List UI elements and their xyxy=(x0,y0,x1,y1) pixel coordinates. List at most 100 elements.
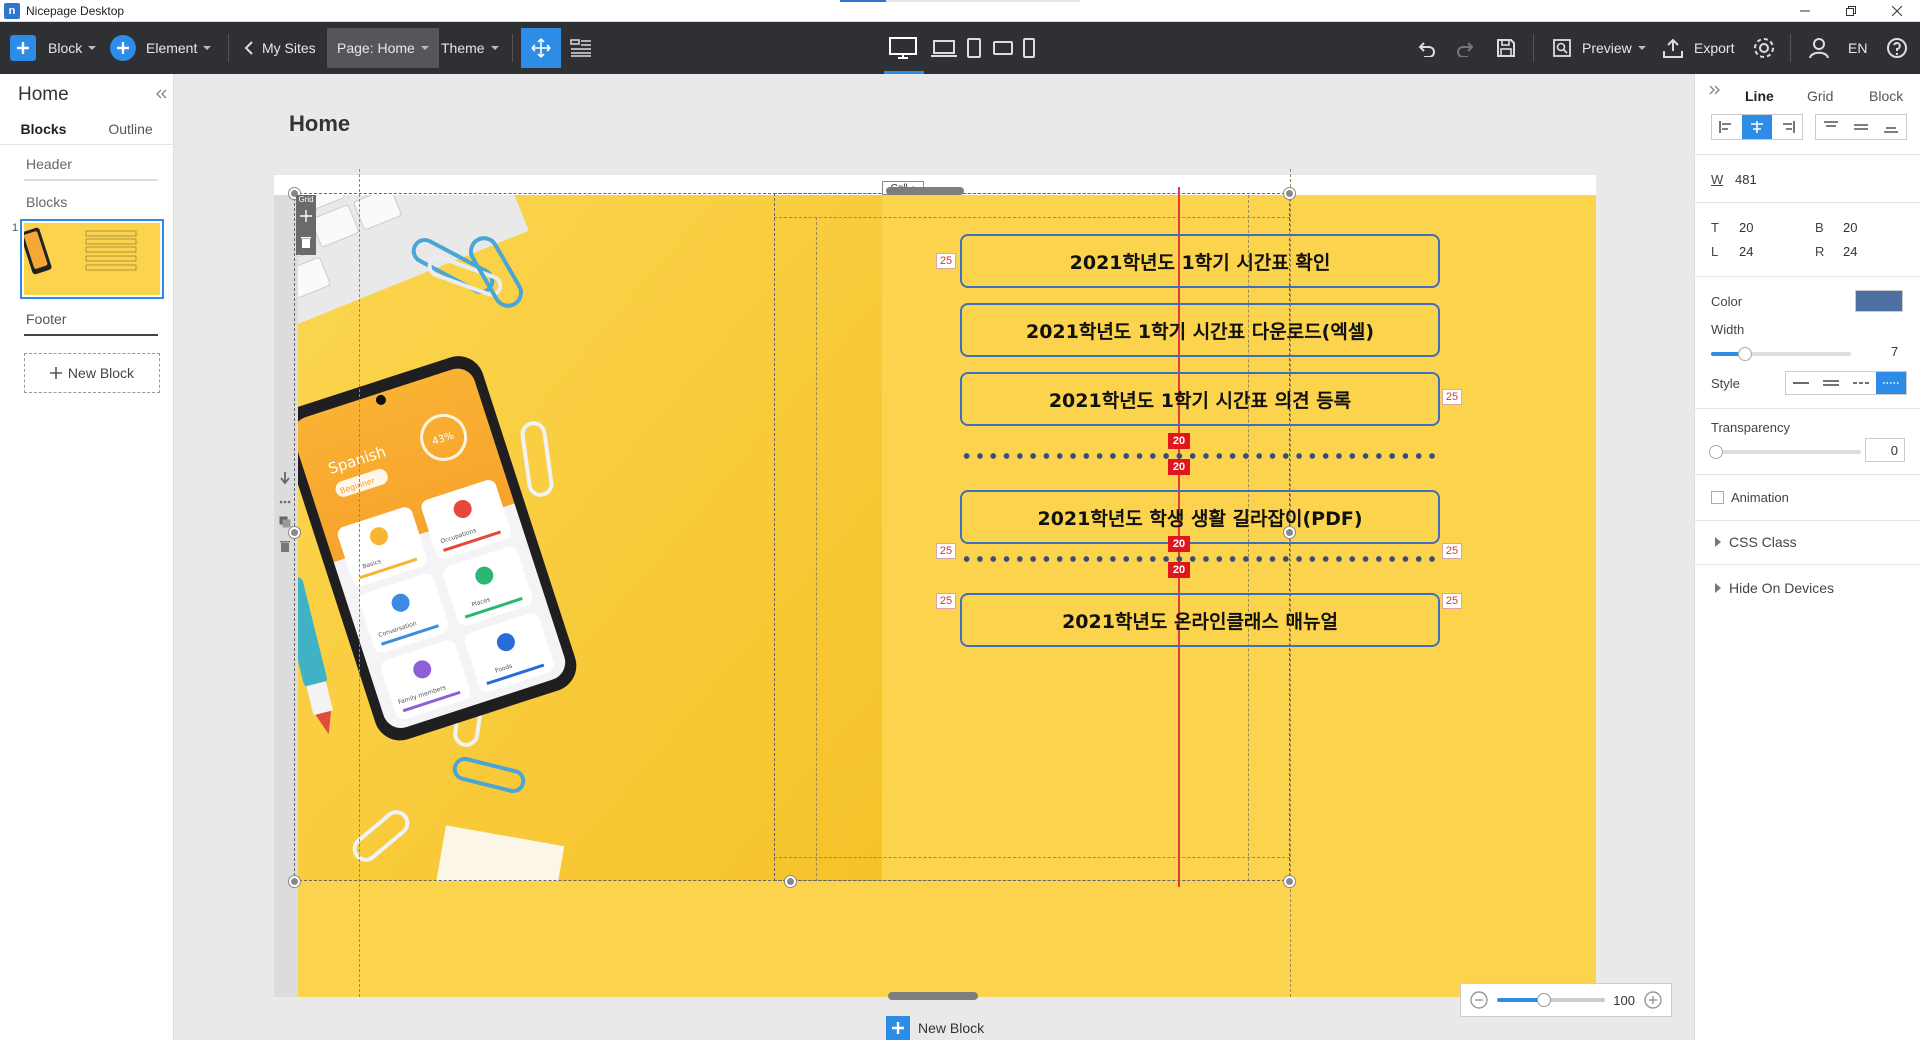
align-center-button[interactable] xyxy=(1742,115,1772,139)
width-value[interactable]: 481 xyxy=(1735,172,1757,187)
margin-top-value[interactable]: 20 xyxy=(1739,220,1753,235)
export-button[interactable]: Export xyxy=(1662,22,1734,74)
line-color-swatch[interactable] xyxy=(1855,290,1903,312)
preview-icon xyxy=(1553,39,1571,57)
layout-panel-button[interactable] xyxy=(570,22,592,74)
my-sites-button[interactable]: My Sites xyxy=(244,22,316,74)
settings-button[interactable] xyxy=(1752,22,1776,74)
tablet-landscape-view-button[interactable] xyxy=(992,22,1014,74)
move-down-button[interactable] xyxy=(276,469,294,487)
language-button[interactable]: EN xyxy=(1848,22,1867,74)
block-thumbnail[interactable] xyxy=(20,219,164,299)
tab-block[interactable]: Block xyxy=(1869,88,1903,104)
bottom-resize-tab[interactable] xyxy=(888,992,978,1000)
align-left-icon xyxy=(1719,121,1731,133)
tablet-view-button[interactable] xyxy=(966,22,982,74)
undo-button[interactable] xyxy=(1416,22,1436,74)
save-button[interactable] xyxy=(1496,22,1516,74)
timetable-download-button[interactable]: 2021학년도 1학기 시간표 다운로드(엑셀) xyxy=(960,303,1440,357)
zoom-out-button[interactable] xyxy=(1469,990,1489,1010)
dashed-line-icon xyxy=(1853,382,1869,384)
line-width-slider-knob[interactable] xyxy=(1737,347,1752,361)
transparency-slider-knob[interactable] xyxy=(1709,445,1723,459)
zoom-slider[interactable] xyxy=(1497,993,1606,1007)
tab-outline[interactable]: Outline xyxy=(87,116,174,142)
margin-left-value[interactable]: 24 xyxy=(1739,244,1753,259)
tab-line[interactable]: Line xyxy=(1745,88,1774,104)
align-right-button[interactable] xyxy=(1772,115,1802,139)
minimize-button[interactable] xyxy=(1782,0,1828,22)
dotted-divider[interactable] xyxy=(960,555,1440,563)
editor-canvas[interactable]: Home Spanish Beginner 43% Basics Occupat… xyxy=(174,74,1694,1040)
line-width-value[interactable]: 7 xyxy=(1891,344,1898,359)
timetable-feedback-button[interactable]: 2021학년도 1학기 시간표 의견 등록 xyxy=(960,372,1440,426)
line-width-slider[interactable] xyxy=(1711,347,1851,361)
expand-triangle-icon xyxy=(1715,537,1721,547)
more-options-button[interactable] xyxy=(276,493,294,511)
account-button[interactable] xyxy=(1808,22,1830,74)
align-top-icon xyxy=(1824,121,1838,127)
theme-menu-button[interactable]: Theme xyxy=(441,22,499,74)
redo-button[interactable] xyxy=(1456,22,1476,74)
desktop-view-button[interactable] xyxy=(888,22,918,74)
margin-top-label: T xyxy=(1711,220,1719,235)
timetable-check-button[interactable]: 2021학년도 1학기 시간표 확인 xyxy=(960,234,1440,288)
page-block-stage[interactable]: Spanish Beginner 43% Basics Occupations xyxy=(274,169,1596,1000)
collapse-panel-button[interactable] xyxy=(155,88,167,100)
student-guide-button[interactable]: 2021학년도 학생 생활 길라잡이(PDF) xyxy=(960,490,1440,544)
select-move-tool-button[interactable] xyxy=(521,28,561,68)
dotted-divider[interactable] xyxy=(960,452,1440,460)
horizontal-align-group xyxy=(1711,114,1803,140)
margin-bottom-value[interactable]: 20 xyxy=(1843,220,1857,235)
grid-delete-button[interactable] xyxy=(297,233,315,251)
align-left-button[interactable] xyxy=(1712,115,1742,139)
transparency-input[interactable]: 0 xyxy=(1865,438,1905,462)
duplicate-button[interactable] xyxy=(276,513,294,531)
align-top-button[interactable] xyxy=(1816,115,1846,139)
phone-view-button[interactable] xyxy=(1022,22,1036,74)
add-new-block-button[interactable]: New Block xyxy=(886,1016,984,1040)
online-class-manual-button[interactable]: 2021학년도 온라인클래스 매뉴얼 xyxy=(960,593,1440,647)
tab-grid[interactable]: Grid xyxy=(1807,88,1833,104)
new-block-button[interactable]: New Block xyxy=(24,353,160,393)
resize-handle[interactable] xyxy=(785,876,796,887)
style-dotted-button[interactable] xyxy=(1876,372,1906,394)
align-middle-button[interactable] xyxy=(1846,115,1876,139)
resize-handle[interactable] xyxy=(1284,876,1295,887)
double-chevron-left-icon xyxy=(156,89,167,99)
margin-right-value[interactable]: 24 xyxy=(1843,244,1857,259)
align-center-icon xyxy=(1751,121,1763,133)
laptop-view-button[interactable] xyxy=(930,22,958,74)
zoom-in-button[interactable] xyxy=(1643,990,1663,1010)
margin-right-label: R xyxy=(1815,244,1825,259)
delete-block-button[interactable] xyxy=(276,537,294,555)
grid-move-button[interactable] xyxy=(297,207,315,225)
preview-button[interactable]: Preview xyxy=(1552,22,1646,74)
animation-checkbox[interactable] xyxy=(1711,491,1724,504)
section-header-label[interactable]: Header xyxy=(26,156,72,172)
top-resize-tab[interactable] xyxy=(886,187,964,195)
resize-handle[interactable] xyxy=(289,876,300,887)
restore-button[interactable] xyxy=(1828,0,1874,22)
line-style-group xyxy=(1785,371,1907,395)
section-blocks-label: Blocks xyxy=(26,194,68,210)
zoom-slider-knob[interactable] xyxy=(1537,993,1552,1007)
align-bottom-button[interactable] xyxy=(1876,115,1906,139)
style-dashed-button[interactable] xyxy=(1846,372,1876,394)
close-window-button[interactable] xyxy=(1874,0,1920,22)
style-solid-button[interactable] xyxy=(1786,372,1816,394)
tab-blocks[interactable]: Blocks xyxy=(0,116,87,142)
section-footer-label[interactable]: Footer xyxy=(26,311,66,327)
hide-on-devices-expander[interactable]: Hide On Devices xyxy=(1715,580,1834,596)
resize-handle[interactable] xyxy=(1284,188,1295,199)
element-menu-button[interactable]: Element xyxy=(110,22,212,74)
help-button[interactable] xyxy=(1886,22,1908,74)
expand-panel-button[interactable] xyxy=(1709,84,1721,96)
phone-icon xyxy=(1023,38,1035,58)
css-class-expander[interactable]: CSS Class xyxy=(1715,534,1797,550)
style-double-button[interactable] xyxy=(1816,372,1846,394)
page-selector[interactable]: Page: Home xyxy=(327,28,439,68)
block-menu-button[interactable]: Block xyxy=(10,22,97,74)
transparency-label: Transparency xyxy=(1711,420,1790,435)
transparency-slider[interactable] xyxy=(1709,445,1861,459)
